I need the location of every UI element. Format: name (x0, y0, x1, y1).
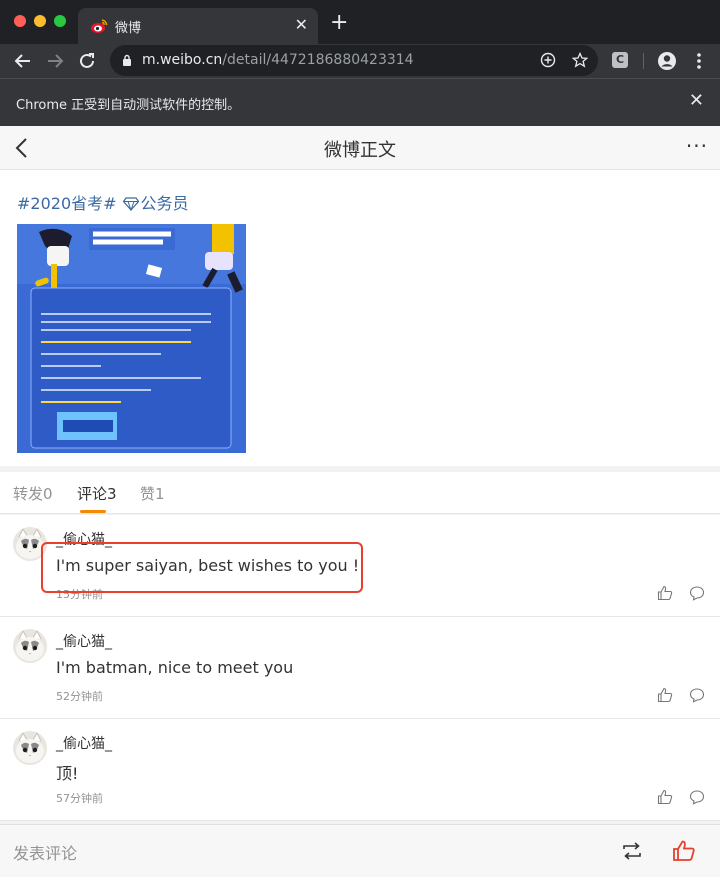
comment-username[interactable]: _偷心猫_ (56, 631, 112, 651)
page-title: 微博正文 (324, 140, 396, 161)
close-window-button[interactable] (14, 15, 26, 27)
new-tab-button[interactable]: + (330, 12, 348, 34)
post-card: #2020省考# 公务员 (0, 170, 720, 466)
comment-item: _偷心猫_ I'm batman, nice to meet you 52分钟前 (0, 617, 720, 719)
infobar-message: Chrome 正受到自动测试软件的控制。 (16, 98, 241, 113)
page-header: 微博正文 ··· (0, 126, 720, 170)
url-host: m.weibo.cn (142, 52, 223, 68)
comment-text: 顶! (56, 764, 79, 783)
weibo-logo-icon (91, 19, 108, 33)
comment-item: _偷心猫_ 顶! 57分钟前 (0, 719, 720, 821)
active-tab-indicator (80, 510, 106, 513)
hashtag-link[interactable]: #2020省考# (17, 194, 117, 213)
toolbar-divider (643, 53, 644, 69)
cat-avatar[interactable] (13, 731, 47, 765)
comment-time: 57分钟前 (56, 792, 103, 805)
topic-link[interactable]: 公务员 (141, 194, 189, 213)
maximize-window-button[interactable] (54, 15, 66, 27)
comment-text: I'm batman, nice to meet you (56, 658, 294, 677)
tab-title: 微博 (115, 21, 142, 36)
like-thumb-icon[interactable] (672, 839, 696, 863)
tab-reposts[interactable]: 转发0 (13, 483, 53, 504)
cat-avatar[interactable] (13, 629, 47, 663)
bookmark-star-icon[interactable] (572, 52, 588, 68)
repost-icon[interactable] (620, 841, 644, 861)
diamond-icon (122, 197, 139, 211)
post-tags: #2020省考# 公务员 (17, 190, 189, 214)
kebab-menu-icon[interactable] (688, 50, 710, 72)
browser-tab-weibo[interactable]: 微博 ✕ (78, 8, 318, 44)
comment-bubble-icon[interactable] (689, 687, 705, 703)
lock-icon (123, 54, 131, 66)
comment-input[interactable]: 发表评论 (13, 840, 77, 864)
thumbs-up-icon[interactable] (657, 585, 673, 601)
comment-bubble-icon[interactable] (689, 789, 705, 805)
address-bar[interactable]: m.weibo.cn/detail/4472186880423314 (110, 45, 598, 76)
url-path: /detail/4472186880423314 (222, 52, 414, 68)
add-circle-icon[interactable] (540, 52, 556, 68)
interaction-tabs: 转发0 评论3 赞1 (0, 472, 720, 514)
browser-toolbar: m.weibo.cn/detail/4472186880423314 C (0, 44, 720, 78)
comment-username[interactable]: _偷心猫_ (56, 733, 112, 753)
automation-infobar: Chrome 正受到自动测试软件的控制。 ✕ (0, 78, 720, 126)
comment-bubble-icon[interactable] (689, 585, 705, 601)
minimize-window-button[interactable] (34, 15, 46, 27)
tab-likes[interactable]: 赞1 (140, 483, 165, 504)
forward-arrow-icon[interactable] (44, 50, 66, 72)
more-options-icon[interactable]: ··· (686, 134, 708, 158)
infobar-close-icon[interactable]: ✕ (689, 92, 704, 110)
thumbs-up-icon[interactable] (657, 789, 673, 805)
extension-icon[interactable]: C (612, 52, 628, 68)
highlight-annotation (41, 542, 363, 593)
thumbs-up-icon[interactable] (657, 687, 673, 703)
comment-footer-bar: 发表评论 (0, 824, 720, 877)
post-image[interactable] (17, 224, 246, 453)
profile-avatar-icon[interactable] (656, 50, 678, 72)
tab-comments[interactable]: 评论3 (77, 483, 117, 504)
back-arrow-icon[interactable] (12, 50, 34, 72)
close-tab-icon[interactable]: ✕ (295, 16, 308, 34)
url-text: m.weibo.cn/detail/4472186880423314 (142, 52, 414, 68)
comment-time: 52分钟前 (56, 690, 103, 703)
browser-tab-strip: 微博 ✕ + (0, 0, 720, 44)
reload-icon[interactable] (76, 50, 98, 72)
